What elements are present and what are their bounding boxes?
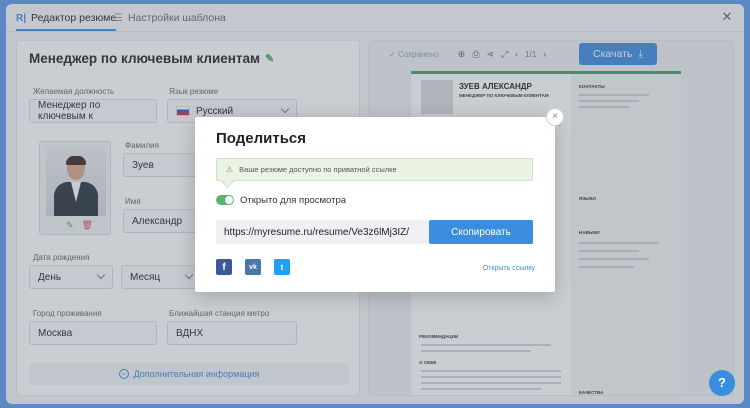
twitter-icon[interactable]: t — [274, 259, 290, 275]
public-view-label: Открыто для просмотра — [240, 195, 347, 206]
share-dialog-title: Поделиться — [216, 130, 307, 147]
privacy-notice-text: Ваше резюме доступно по приватной ссылке — [239, 165, 397, 174]
privacy-notice: ⚠ Ваше резюме доступно по приватной ссыл… — [216, 158, 533, 181]
warning-icon: ⚠ — [226, 165, 234, 174]
help-button[interactable]: ? — [709, 370, 735, 396]
close-icon[interactable]: × — [546, 108, 564, 126]
share-dialog: Поделиться ⚠ Ваше резюме доступно по при… — [195, 117, 555, 292]
open-link[interactable]: Открыть ссылку — [483, 265, 535, 272]
facebook-icon[interactable]: f — [216, 259, 232, 275]
share-url-field[interactable]: https://myresume.ru/resume/Ve3z6lMj3IZ/ — [216, 220, 429, 244]
public-view-toggle[interactable] — [216, 195, 234, 205]
copy-link-button[interactable]: Скопировать — [429, 220, 533, 244]
vk-icon[interactable]: vk — [245, 259, 261, 275]
